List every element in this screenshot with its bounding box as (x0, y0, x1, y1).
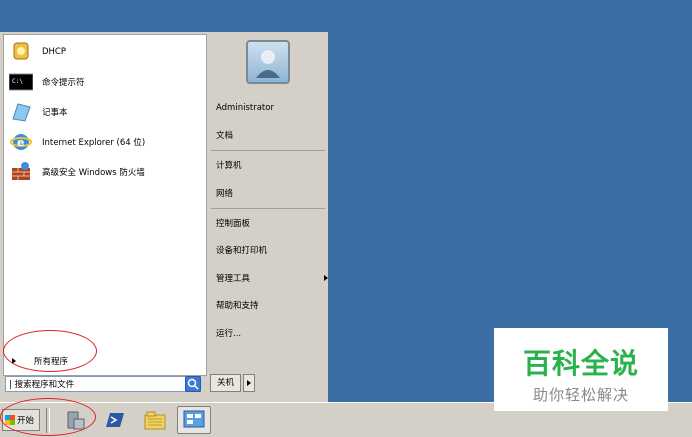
place-help-support[interactable]: 帮助和支持 (216, 299, 259, 311)
dhcp-icon (8, 41, 34, 63)
cmd-icon: C:\ (8, 71, 34, 93)
admin-tools-label: 管理工具 (216, 274, 251, 284)
place-control-panel[interactable]: 控制面板 (216, 217, 250, 229)
place-user[interactable]: Administrator (216, 103, 274, 113)
places-pane: Administrator 文档 计算机 网络 控制面板 设备和打印机 管理工具… (207, 32, 328, 402)
program-label: 命令提示符 (42, 78, 85, 88)
search-placeholder: 搜索程序和文件 (14, 380, 75, 390)
annotation-circle-all-programs (3, 330, 97, 372)
program-label: 记事本 (42, 108, 68, 118)
programs-pane: DHCP C:\ 命令提示符 记事本 e Internet Explorer (… (3, 34, 207, 376)
network-icon[interactable] (177, 406, 211, 434)
place-admin-tools[interactable]: 管理工具 (216, 272, 328, 284)
program-item-notepad[interactable]: 记事本 (8, 99, 68, 125)
place-network[interactable]: 网络 (216, 187, 233, 199)
watermark-subtitle: 助你轻松解决 (532, 386, 629, 404)
shutdown-options-button[interactable] (243, 374, 256, 392)
program-item-dhcp[interactable]: DHCP (8, 39, 66, 65)
watermark: 百科全说 助你轻松解决 (494, 328, 668, 411)
program-item-cmd[interactable]: C:\ 命令提示符 (8, 69, 85, 95)
shutdown-group: 关机 (210, 374, 256, 392)
place-documents[interactable]: 文档 (216, 129, 233, 141)
watermark-title: 百科全说 (522, 347, 639, 380)
place-run[interactable]: 运行... (216, 327, 241, 339)
program-item-firewall[interactable]: 高级安全 Windows 防火墙 (8, 159, 145, 185)
notepad-icon (8, 101, 34, 123)
shutdown-button[interactable]: 关机 (210, 374, 242, 392)
program-label: 高级安全 Windows 防火墙 (42, 168, 145, 178)
place-computer[interactable]: 计算机 (216, 159, 242, 171)
svg-text:C:\: C:\ (12, 78, 23, 85)
program-item-ie[interactable]: e Internet Explorer (64 位) (8, 129, 145, 155)
powershell-icon[interactable] (102, 409, 126, 431)
ie-icon: e (8, 131, 34, 153)
separator (211, 208, 325, 209)
explorer-icon[interactable] (143, 409, 167, 431)
annotation-circle-start-button (0, 398, 96, 436)
search-icon[interactable] (185, 376, 201, 392)
program-label: DHCP (42, 47, 66, 57)
search-input[interactable]: | 搜索程序和文件 (5, 376, 201, 392)
firewall-icon (8, 161, 34, 183)
chevron-right-icon (324, 275, 328, 281)
user-avatar[interactable] (246, 40, 290, 84)
place-devices-printers[interactable]: 设备和打印机 (216, 244, 267, 256)
separator (211, 150, 325, 151)
program-label: Internet Explorer (64 位) (42, 138, 146, 148)
svg-text:e: e (17, 136, 24, 149)
